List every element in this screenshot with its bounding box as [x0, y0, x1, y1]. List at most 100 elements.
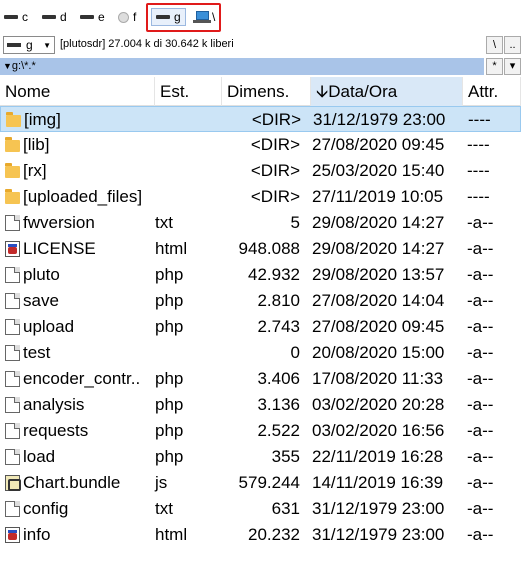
- file-ext: js: [155, 473, 168, 492]
- up-button[interactable]: ..: [504, 36, 521, 54]
- file-row[interactable]: [rx] <DIR> 25/03/2020 15:40 ----: [0, 158, 521, 184]
- file-icon: [5, 319, 20, 335]
- root-button[interactable]: \: [486, 36, 503, 54]
- file-size: 948.088: [238, 239, 300, 258]
- file-row[interactable]: encoder_contr.. php 3.406 17/08/2020 11:33 -…: [0, 366, 521, 392]
- file-date: 22/11/2019 16:28: [312, 447, 444, 466]
- file-name: requests: [23, 421, 89, 440]
- file-date: 27/08/2020 09:45: [312, 135, 445, 154]
- file-icon: [5, 345, 20, 361]
- file-size: 20.232: [248, 525, 300, 544]
- file-name: LICENSE: [23, 239, 96, 258]
- file-row[interactable]: test 0 20/08/2020 15:00 -a--: [0, 340, 521, 366]
- html-file-icon: [5, 527, 20, 543]
- file-name: Chart.bundle: [23, 473, 121, 492]
- file-ext: php: [155, 317, 184, 336]
- drive-button-f[interactable]: f: [118, 8, 136, 26]
- file-attr: ----: [467, 135, 490, 154]
- folder-icon: [5, 189, 20, 204]
- file-date: 20/08/2020 15:00: [312, 343, 445, 362]
- file-attr: -a--: [467, 317, 494, 336]
- file-attr: -a--: [467, 421, 494, 440]
- file-ext: php: [155, 421, 184, 440]
- file-name: save: [23, 291, 59, 310]
- file-size: <DIR>: [250, 161, 300, 180]
- history-button[interactable]: ▾: [504, 58, 521, 75]
- file-ext: txt: [155, 213, 173, 232]
- drive-button-d[interactable]: d: [42, 8, 67, 26]
- file-name: config: [23, 499, 69, 518]
- drive-button-e[interactable]: e: [80, 8, 105, 26]
- drive-bar: c d e f g \: [0, 0, 521, 34]
- file-row[interactable]: [uploaded_files] <DIR> 27/11/2019 10:05 ---…: [0, 184, 521, 210]
- drive-icon: [80, 15, 94, 19]
- file-ext: txt: [155, 499, 173, 518]
- header-name[interactable]: Nome: [0, 77, 155, 106]
- header-date-label: Data/Ora: [328, 82, 398, 101]
- file-ext: php: [155, 395, 184, 414]
- header-attr[interactable]: Attr.: [463, 77, 521, 106]
- file-icon: [5, 423, 20, 439]
- file-attr: -a--: [467, 447, 494, 466]
- file-row[interactable]: save php 2.810 27/08/2020 14:04 -a--: [0, 288, 521, 314]
- file-icon: [5, 293, 20, 309]
- file-size: 579.244: [238, 473, 300, 492]
- file-ext: php: [155, 369, 184, 388]
- drive-icon: [4, 15, 18, 19]
- file-date: 29/08/2020 14:27: [312, 239, 445, 258]
- filter-button[interactable]: *: [486, 58, 503, 75]
- header-size[interactable]: Dimens.: [222, 77, 311, 106]
- file-row[interactable]: pluto php 42.932 29/08/2020 13:57 -a--: [0, 262, 521, 288]
- file-size: 0: [290, 343, 300, 362]
- file-date: 25/03/2020 15:40: [312, 161, 445, 180]
- file-attr: -a--: [467, 473, 494, 492]
- file-size: 2.522: [257, 421, 300, 440]
- file-date: 03/02/2020 20:28: [312, 395, 445, 414]
- file-name: upload: [23, 317, 75, 336]
- file-row[interactable]: load php 355 22/11/2019 16:28 -a--: [0, 444, 521, 470]
- file-row[interactable]: Chart.bundle js 579.244 14/11/2019 16:39 -a-…: [0, 470, 521, 496]
- file-name: info: [23, 525, 51, 544]
- current-path[interactable]: ▼g:\*.*: [0, 58, 484, 75]
- file-row[interactable]: [lib] <DIR> 27/08/2020 09:45 ----: [0, 132, 521, 158]
- cd-drive-icon: [118, 11, 129, 23]
- file-row[interactable]: config txt 631 31/12/1979 23:00 -a--: [0, 496, 521, 522]
- file-date: 31/12/1979 23:00: [313, 110, 446, 129]
- header-ext[interactable]: Est.: [155, 77, 222, 106]
- highlight-box: [146, 3, 221, 32]
- header-attr-label: Attr.: [468, 82, 499, 101]
- file-name: [uploaded_files]: [23, 187, 143, 206]
- file-attr: -a--: [467, 499, 494, 518]
- file-ext: html: [155, 525, 188, 544]
- text-file-icon: [5, 501, 20, 517]
- file-row[interactable]: LICENSE html 948.088 29/08/2020 14:27 -a--: [0, 236, 521, 262]
- text-file-icon: [5, 215, 20, 231]
- drive-select[interactable]: g ▼: [3, 36, 55, 54]
- file-icon: [5, 267, 20, 283]
- file-attr: ----: [468, 110, 491, 129]
- file-row[interactable]: requests php 2.522 03/02/2020 16:56 -a--: [0, 418, 521, 444]
- file-row[interactable]: upload php 2.743 27/08/2020 09:45 -a--: [0, 314, 521, 340]
- file-icon: [5, 397, 20, 413]
- drive-button-c[interactable]: c: [4, 8, 28, 26]
- file-size: 2.810: [257, 291, 300, 310]
- file-attr: -a--: [467, 291, 494, 310]
- file-attr: -a--: [467, 213, 494, 232]
- file-row[interactable]: fwversion txt 5 29/08/2020 14:27 -a--: [0, 210, 521, 236]
- drive-label: e: [98, 10, 105, 24]
- file-row[interactable]: [img] <DIR> 31/12/1979 23:00 ----: [0, 106, 521, 132]
- file-size: 5: [290, 213, 300, 232]
- file-size: 3.136: [257, 395, 300, 414]
- file-ext: php: [155, 291, 184, 310]
- drive-label: d: [60, 10, 67, 24]
- file-row[interactable]: analysis php 3.136 03/02/2020 20:28 -a--: [0, 392, 521, 418]
- header-date[interactable]: 🡫Data/Ora: [311, 77, 463, 106]
- file-attr: -a--: [467, 265, 494, 284]
- file-name: test: [23, 343, 51, 362]
- file-size: 2.743: [257, 317, 300, 336]
- file-date: 29/08/2020 14:27: [312, 213, 445, 232]
- file-size: 3.406: [257, 369, 300, 388]
- file-row[interactable]: info html 20.232 31/12/1979 23:00 -a--: [0, 522, 521, 548]
- file-ext: php: [155, 447, 184, 466]
- folder-icon: [5, 137, 20, 152]
